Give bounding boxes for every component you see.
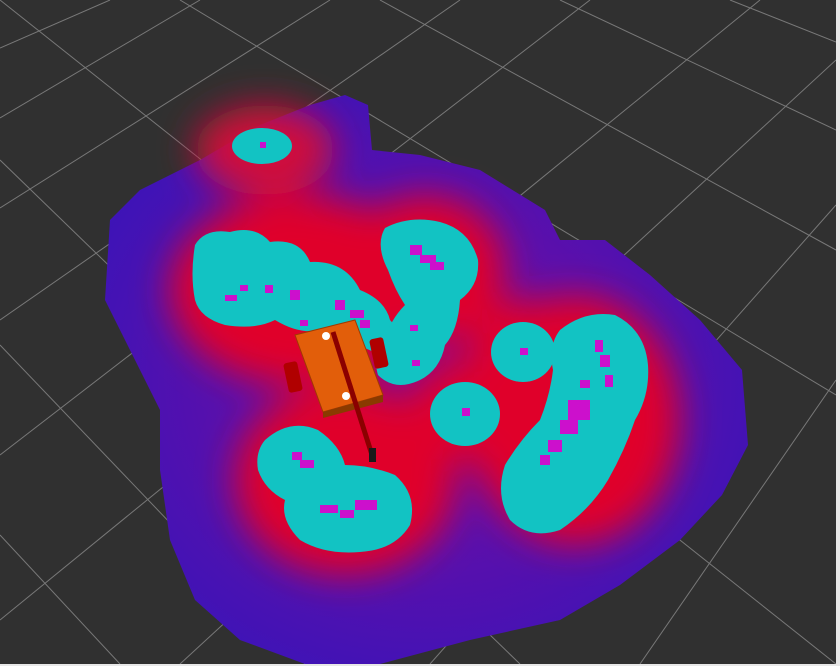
3d-viewport[interactable] xyxy=(0,0,836,664)
costmap-area xyxy=(105,95,748,664)
window-right-border xyxy=(836,0,840,666)
robot-caster-front xyxy=(322,332,330,340)
scene-svg xyxy=(0,0,836,664)
robot-mast-tip xyxy=(369,448,376,462)
robot-caster-rear xyxy=(342,392,350,400)
